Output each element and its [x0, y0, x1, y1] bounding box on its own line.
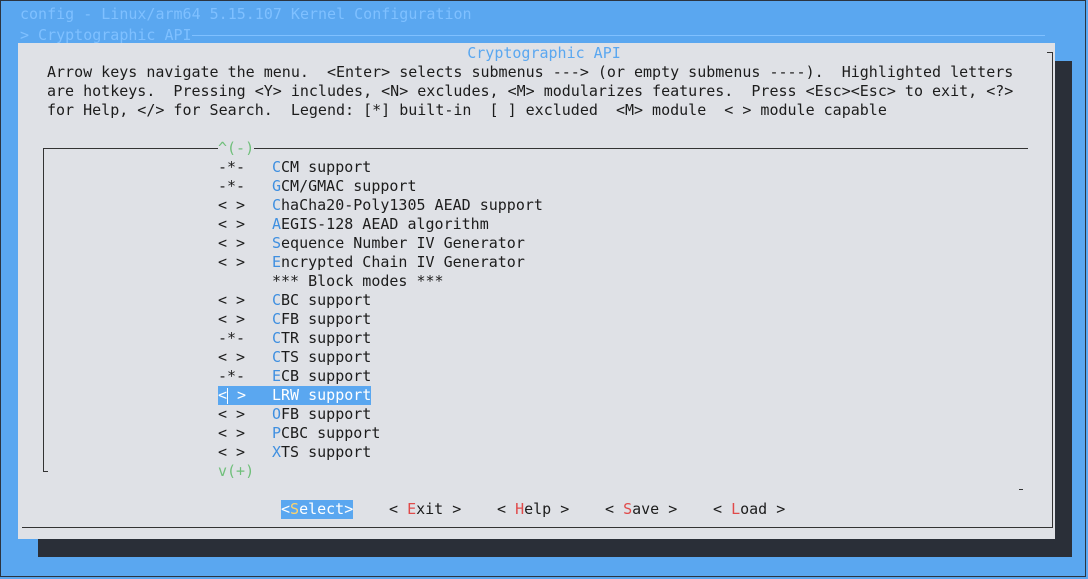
button-bracket: <	[605, 500, 624, 518]
button-hotkey: E	[407, 500, 417, 518]
menu-item-label: FB support	[281, 310, 372, 328]
dialog-border-bottom	[22, 527, 1053, 528]
exit-button[interactable]: < Exit >	[389, 500, 461, 519]
select-button[interactable]: <Select>	[281, 500, 354, 519]
menu-item-hotkey: O	[272, 405, 282, 423]
menu-item[interactable]: *** Block modes ***	[218, 272, 444, 291]
menu-item-hotkey: C	[272, 291, 282, 309]
menu-item-hotkey: C	[272, 310, 282, 328]
menu-item-state: < >	[218, 215, 246, 233]
menu-item-state: < >	[218, 196, 246, 214]
dialog-border-right	[1052, 52, 1053, 527]
menu-item-label: FB support	[281, 405, 372, 423]
menu-item-state: < >	[218, 253, 246, 271]
menu-box-corner	[1019, 489, 1023, 490]
button-hotkey: L	[731, 500, 741, 518]
button-label: elp >	[524, 500, 570, 518]
menu-item-label: CM/GMAC support	[281, 177, 417, 195]
menu-item-state: < >	[218, 386, 247, 404]
scroll-up-indicator[interactable]: ^(-)	[218, 139, 255, 158]
menu-item-label: TR support	[281, 329, 372, 347]
menu-item-state: < >	[218, 424, 246, 442]
button-hotkey: S	[290, 500, 300, 518]
menu-item-label: CM support	[281, 158, 372, 176]
menu-item-label: CBC support	[281, 424, 381, 442]
menu-item-selected[interactable]: < > LRW support	[218, 386, 372, 405]
menu-item[interactable]: -*- CCM support	[218, 158, 371, 177]
menu-item-state: -*-	[218, 158, 246, 176]
button-hotkey: S	[623, 500, 633, 518]
menu-item-hotkey: C	[272, 348, 282, 366]
menu-item-hotkey: E	[272, 253, 282, 271]
menu-item[interactable]: < > AEGIS-128 AEAD algorithm	[218, 215, 489, 234]
menu-item-hotkey: C	[272, 329, 282, 347]
menu-item-state: < >	[218, 291, 246, 309]
button-label: elect>	[299, 500, 354, 518]
menu-item-label: *** Block modes ***	[272, 272, 444, 290]
button-hotkey: H	[515, 500, 525, 518]
menu-item[interactable]: < > XTS support	[218, 443, 371, 462]
menu-item-hotkey: L	[272, 386, 282, 404]
menu-item-label: haCha20-Poly1305 AEAD support	[281, 196, 543, 214]
menu-item-hotkey: C	[272, 158, 282, 176]
button-bracket: <	[713, 500, 732, 518]
menu-item[interactable]: < > Sequence Number IV Generator	[218, 234, 525, 253]
button-bracket: <	[389, 500, 408, 518]
menu-item-hotkey: G	[272, 177, 282, 195]
menu-item-hotkey: X	[272, 443, 282, 461]
dialog-title: Cryptographic API	[467, 44, 621, 62]
menu-item-label: CB support	[281, 367, 372, 385]
help-text-line: for Help, </> for Search. Legend: [*] bu…	[47, 101, 887, 119]
help-button[interactable]: < Help >	[497, 500, 569, 519]
menu-item-label: BC support	[281, 291, 372, 309]
menu-item[interactable]: -*- ECB support	[218, 367, 371, 386]
menu-item[interactable]: < > OFB support	[218, 405, 371, 424]
menu-item[interactable]: < > CTS support	[218, 348, 371, 367]
load-button[interactable]: < Load >	[713, 500, 785, 519]
menu-item-hotkey: P	[272, 424, 282, 442]
menu-item[interactable]: < > PCBC support	[218, 424, 380, 443]
text-cursor	[227, 387, 229, 404]
breadcrumb-underline	[192, 35, 1045, 36]
menu-item-state: < >	[218, 405, 246, 423]
menu-item-state: -*-	[218, 367, 246, 385]
menu-item-label: ncrypted Chain IV Generator	[281, 253, 525, 271]
button-label: ave >	[632, 500, 678, 518]
menu-item[interactable]: < > CBC support	[218, 291, 371, 310]
menu-item-label: TS support	[281, 348, 372, 366]
menu-item-state: < >	[218, 348, 246, 366]
config-title: config - Linux/arm64 5.15.107 Kernel Con…	[20, 5, 472, 23]
menu-box-top	[43, 148, 1028, 149]
menu-item-state: -*-	[218, 177, 246, 195]
button-bracket: <	[281, 500, 291, 518]
menu-item-state: < >	[218, 310, 246, 328]
menu-item-hotkey: C	[272, 196, 282, 214]
menu-item[interactable]: < > CFB support	[218, 310, 371, 329]
button-label: oad >	[740, 500, 786, 518]
menu-item-hotkey: S	[272, 234, 282, 252]
menu-item-state: -*-	[218, 329, 246, 347]
save-button[interactable]: < Save >	[605, 500, 677, 519]
menu-item[interactable]: < > Encrypted Chain IV Generator	[218, 253, 525, 272]
menu-item-hotkey: A	[272, 215, 282, 233]
menu-item[interactable]: -*- GCM/GMAC support	[218, 177, 417, 196]
scroll-down-indicator[interactable]: v(+)	[218, 462, 255, 481]
menu-item-label: EGIS-128 AEAD algorithm	[281, 215, 489, 233]
menu-item-hotkey: E	[272, 367, 282, 385]
menu-item-label: RW support	[281, 386, 372, 404]
button-label: xit >	[416, 500, 462, 518]
menu-item[interactable]: < > ChaCha20-Poly1305 AEAD support	[218, 196, 543, 215]
help-text-line: Arrow keys navigate the menu. <Enter> se…	[47, 63, 1014, 81]
menu-box-left	[43, 148, 44, 472]
menu-box-corner	[43, 471, 48, 472]
button-bracket: <	[497, 500, 516, 518]
menu-item-state: < >	[218, 234, 246, 252]
menu-item-label: TS support	[281, 443, 372, 461]
menu-item-label: equence Number IV Generator	[281, 234, 525, 252]
menu-item-state: < >	[218, 443, 246, 461]
menu-item[interactable]: -*- CTR support	[218, 329, 371, 348]
help-text-line: are hotkeys. Pressing <Y> includes, <N> …	[47, 82, 1014, 100]
